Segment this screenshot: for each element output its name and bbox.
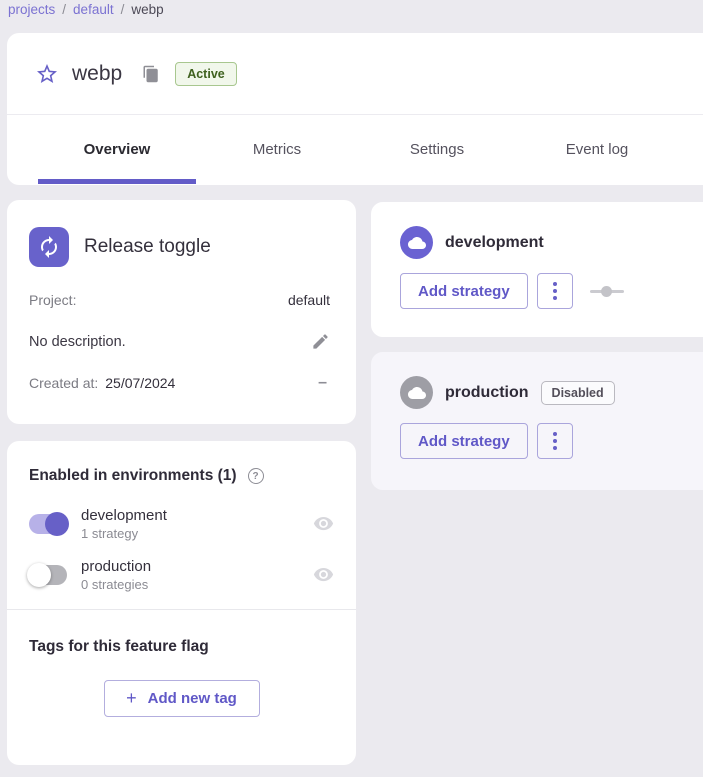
breadcrumb-default-link[interactable]: default [73, 2, 114, 17]
project-row: Project: default [29, 292, 330, 308]
tags-section: Tags for this feature flag + Add new tag [7, 610, 356, 717]
favorite-star-icon[interactable] [35, 62, 59, 86]
eye-icon[interactable] [313, 516, 334, 532]
feature-type-label: Release toggle [84, 236, 211, 258]
environments-card: Enabled in environments (1) ? developmen… [7, 441, 356, 765]
add-new-tag-label: Add new tag [148, 690, 237, 707]
breadcrumb: projects / default / webp [8, 2, 164, 17]
environment-panel-name: production [445, 384, 529, 402]
breadcrumb-separator: / [62, 2, 66, 17]
tab-metrics[interactable]: Metrics [197, 115, 357, 184]
tags-title: Tags for this feature flag [29, 638, 334, 656]
breadcrumb-separator: / [121, 2, 125, 17]
more-options-button[interactable] [537, 423, 573, 459]
edit-description-icon[interactable] [311, 332, 330, 351]
feature-type-row: Release toggle [29, 227, 330, 267]
environment-strategy-count: 0 strategies [81, 577, 151, 592]
status-badge: Active [175, 62, 237, 86]
kebab-dot [553, 446, 557, 450]
active-tab-indicator [38, 179, 196, 184]
created-row: Created at: 25/07/2024 – [29, 375, 330, 391]
feature-header-card: webp Active Overview Metrics Settings Ev… [7, 33, 703, 185]
cloud-environment-icon [400, 226, 433, 259]
environment-strategy-count: 1 strategy [81, 526, 167, 541]
kebab-dot [553, 289, 557, 293]
production-environment-panel: production Disabled Add strategy [371, 352, 703, 490]
development-toggle[interactable] [29, 514, 67, 534]
plus-icon: + [126, 688, 137, 709]
breadcrumb-current: webp [131, 2, 163, 17]
add-new-tag-button[interactable]: + Add new tag [104, 680, 260, 717]
feature-title-row: webp Active [7, 33, 703, 115]
breadcrumb-projects-link[interactable]: projects [8, 2, 55, 17]
collapse-details-button[interactable]: – [315, 375, 330, 391]
kebab-dot [553, 432, 557, 436]
environment-name: development [81, 507, 167, 524]
kebab-dot [553, 296, 557, 300]
more-options-button[interactable] [537, 273, 573, 309]
page-title: webp [72, 62, 122, 86]
drag-handle-icon [590, 285, 624, 297]
production-toggle[interactable] [29, 565, 67, 585]
tab-bar: Overview Metrics Settings Event log [7, 115, 703, 184]
cloud-environment-icon [400, 376, 433, 409]
environment-name: production [81, 558, 151, 575]
environments-section: Enabled in environments (1) ? developmen… [7, 441, 356, 592]
environment-row-production: production 0 strategies [29, 558, 334, 592]
help-icon[interactable]: ? [248, 468, 264, 484]
tab-overview[interactable]: Overview [37, 115, 197, 184]
feature-details-card: Release toggle Project: default No descr… [7, 200, 356, 424]
environments-title: Enabled in environments (1) [29, 467, 237, 485]
kebab-dot [553, 282, 557, 286]
development-environment-panel: development Add strategy [371, 202, 703, 337]
add-strategy-button[interactable]: Add strategy [400, 273, 528, 309]
created-label: Created at: [29, 375, 98, 391]
project-label: Project: [29, 292, 76, 308]
description-text: No description. [29, 334, 126, 350]
copy-name-icon[interactable] [142, 65, 160, 83]
created-value: 25/07/2024 [105, 375, 175, 391]
tab-event-log[interactable]: Event log [517, 115, 677, 184]
environment-row-development: development 1 strategy [29, 507, 334, 541]
kebab-dot [553, 439, 557, 443]
description-row: No description. [29, 332, 330, 351]
environment-panel-name: development [445, 234, 544, 252]
eye-icon[interactable] [313, 567, 334, 583]
release-toggle-icon [29, 227, 69, 267]
add-strategy-button[interactable]: Add strategy [400, 423, 528, 459]
project-value: default [288, 292, 330, 308]
tab-settings[interactable]: Settings [357, 115, 517, 184]
disabled-badge: Disabled [541, 381, 615, 405]
